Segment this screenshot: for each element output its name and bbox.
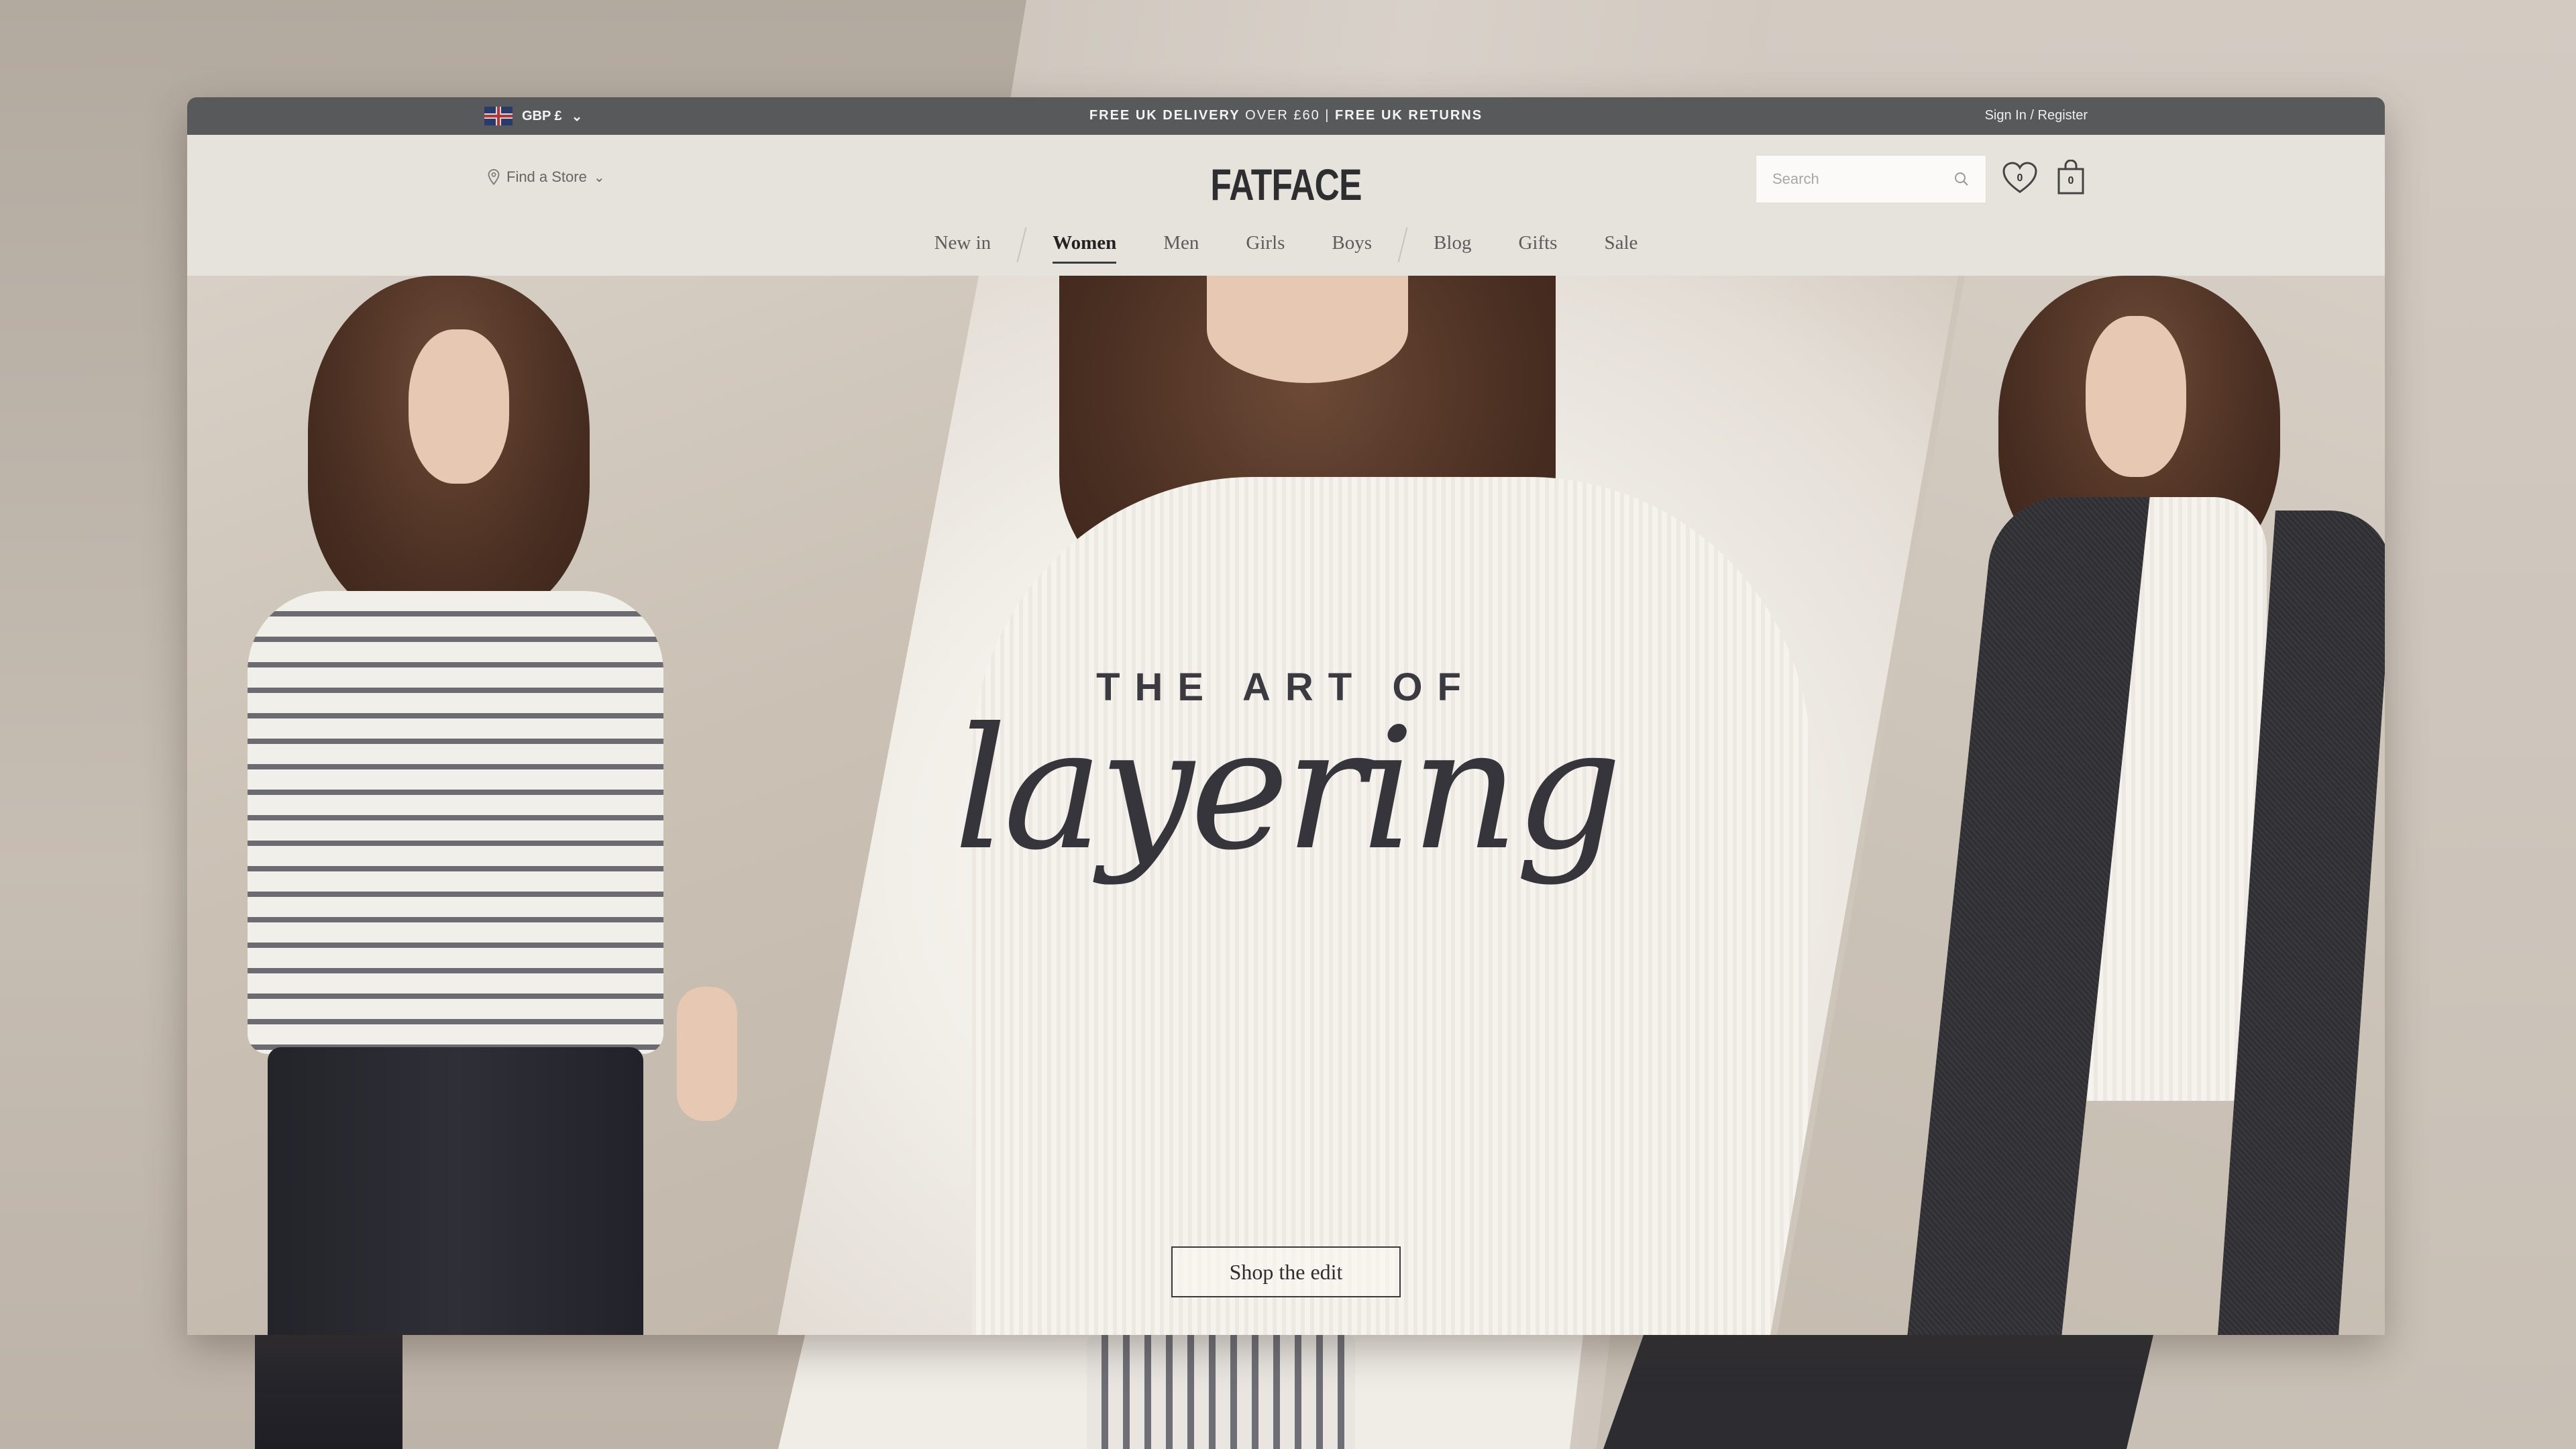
- utility-bar: GBP £ ⌄ FREE UK DELIVERY OVER £60 | FREE…: [187, 97, 2385, 135]
- search-icon[interactable]: [1953, 171, 1970, 187]
- wishlist-count: 0: [2017, 172, 2023, 184]
- search-placeholder: Search: [1772, 170, 1819, 187]
- nav-women[interactable]: Women: [1029, 227, 1140, 270]
- model-face: [409, 329, 509, 484]
- headline-script: layering: [953, 692, 1623, 887]
- cable-knit-jumper: [972, 477, 1811, 1335]
- wishlist-button[interactable]: 0: [2000, 158, 2040, 198]
- model-face: [2086, 316, 2186, 477]
- nav-sale[interactable]: Sale: [1580, 227, 1661, 270]
- promo-returns: FREE UK RETURNS: [1335, 108, 1483, 123]
- browser-window: GBP £ ⌄ FREE UK DELIVERY OVER £60 | FREE…: [187, 97, 2385, 1335]
- backdrop-jeans-strip: [255, 1335, 402, 1449]
- promo-separator: |: [1325, 108, 1330, 123]
- nav-gifts[interactable]: Gifts: [1495, 227, 1580, 270]
- search-input[interactable]: Search: [1756, 155, 1986, 203]
- nav-blog[interactable]: Blog: [1410, 227, 1495, 270]
- backdrop-stripe-sleeve: [1087, 1335, 1355, 1449]
- nav-divider: [1397, 227, 1408, 262]
- promo-delivery: FREE UK DELIVERY: [1089, 108, 1240, 123]
- nav-divider: [1016, 227, 1027, 262]
- model-jeans: [268, 1047, 643, 1335]
- nav-girls[interactable]: Girls: [1222, 227, 1308, 270]
- site-header: Find a Store ⌄ FATFACE Search 0 0 New in…: [187, 135, 2385, 276]
- main-navigation: New in Women Men Girls Boys Blog Gifts S…: [187, 227, 2385, 276]
- model-hand: [677, 987, 737, 1121]
- campaign-headline: THE ART OF layering: [187, 665, 2385, 873]
- nav-men[interactable]: Men: [1140, 227, 1222, 270]
- shop-the-edit-button[interactable]: Shop the edit: [1171, 1246, 1401, 1297]
- nav-new-in[interactable]: New in: [911, 227, 1015, 270]
- sign-in-register-link[interactable]: Sign In / Register: [1985, 108, 2088, 123]
- bag-count: 0: [2068, 175, 2074, 186]
- shopping-bag-button[interactable]: 0: [2051, 158, 2091, 198]
- hero-banner[interactable]: THE ART OF layering Shop the edit: [187, 276, 2385, 1335]
- promo-threshold: OVER £60: [1245, 108, 1320, 123]
- backdrop-coat-strip: [1603, 1335, 2153, 1449]
- backdrop-knit-strip: [778, 1335, 1583, 1449]
- model-chin: [1207, 276, 1408, 383]
- nav-boys[interactable]: Boys: [1308, 227, 1395, 270]
